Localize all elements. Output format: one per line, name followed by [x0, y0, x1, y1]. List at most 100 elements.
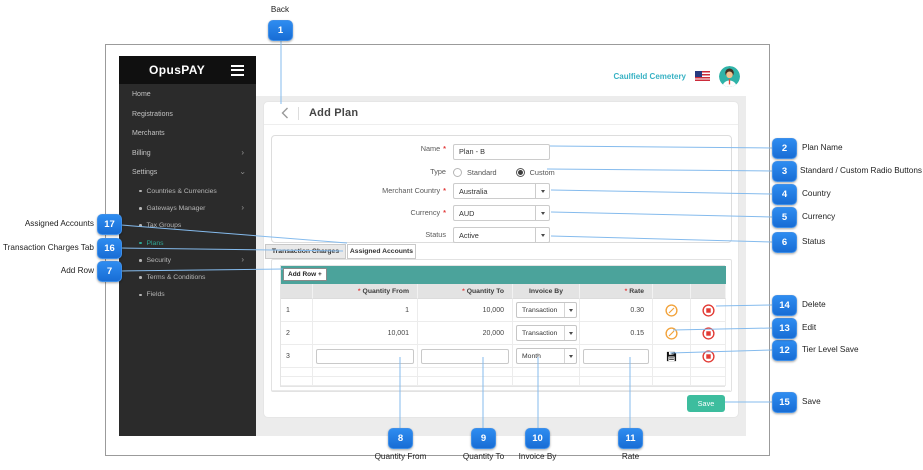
callout-badge-6: 6 [772, 232, 797, 253]
callout-label-radio-buttons: Standard / Custom Radio Buttons [800, 166, 922, 175]
sidebar-item-home[interactable]: Home [119, 85, 256, 105]
callout-label-delete: Delete [802, 300, 826, 309]
dropdown-arrow-icon [564, 349, 576, 363]
page-title: Add Plan [309, 107, 359, 119]
us-flag-icon[interactable] [695, 71, 710, 81]
chevron-right-icon: › [241, 255, 244, 265]
callout-label-back: Back [270, 5, 290, 14]
app-logo: OpusPAY [149, 63, 206, 77]
currency-select[interactable]: AUD [453, 205, 550, 221]
sidebar: OpusPAY Home Registrations Merchants Bil… [119, 56, 256, 436]
save-button[interactable]: Save [687, 395, 725, 412]
merchant-name-link[interactable]: Caulfield Cemetery [614, 72, 686, 81]
add-row-button[interactable]: Add Row + [283, 268, 327, 281]
callout-badge-2: 2 [772, 138, 797, 159]
row3-delete-icon[interactable] [701, 349, 715, 363]
callout-label-edit: Edit [802, 323, 817, 332]
callout-label-tier-level-save: Tier Level Save [802, 345, 859, 354]
row1-invoice-by-select[interactable]: Transaction [516, 302, 577, 318]
row2-qty-from: 10,001 [313, 322, 418, 345]
radio-custom[interactable] [515, 167, 525, 177]
sidebar-item-billing[interactable]: Billing › [119, 144, 256, 164]
hamburger-menu-icon[interactable] [231, 64, 244, 76]
callout-badge-11: 11 [618, 428, 643, 449]
sidebar-subitem-terms-conditions[interactable]: Terms & Conditions [119, 269, 256, 286]
bullet-icon [139, 241, 142, 245]
back-button[interactable] [281, 107, 289, 119]
bullet-icon [139, 189, 142, 193]
sidebar-subitem-countries-currencies[interactable]: Countries & Currencies [119, 183, 256, 200]
row3-qty-to-input[interactable] [421, 348, 509, 364]
row3-invoice-by-cell: Month [513, 345, 580, 368]
screenshot-frame: OpusPAY Home Registrations Merchants Bil… [105, 44, 770, 456]
sidebar-item-registrations[interactable]: Registrations [119, 105, 256, 125]
col-header-qty-from: * Quantity From [313, 284, 418, 299]
type-label: Type [430, 167, 446, 176]
callout-badge-16: 16 [97, 238, 122, 259]
sidebar-subitem-plans[interactable]: Plans [119, 234, 256, 251]
footer-divider [272, 390, 730, 391]
row1-edit-icon[interactable] [665, 303, 678, 317]
sidebar-item-settings[interactable]: Settings › [119, 163, 256, 183]
plan-name-input[interactable] [453, 143, 550, 160]
callout-badge-13: 13 [772, 318, 797, 339]
row1-index: 1 [281, 299, 313, 322]
callout-badge-5: 5 [772, 207, 797, 228]
card-header: Add Plan [264, 102, 738, 125]
callout-badge-17: 17 [97, 214, 122, 235]
row2-qty-to: 20,000 [418, 322, 513, 345]
sidebar-subitem-gateways-manager[interactable]: Gateways Manager › [119, 200, 256, 217]
row2-edit-icon[interactable] [665, 326, 678, 340]
merchant-country-select[interactable]: Australia [453, 183, 550, 199]
radio-custom-label[interactable]: Custom [530, 168, 555, 177]
radio-standard[interactable] [453, 167, 462, 177]
row2-delete-icon[interactable] [701, 326, 715, 340]
callout-label-save: Save [802, 397, 821, 406]
callout-badge-15: 15 [772, 392, 797, 413]
dropdown-arrow-icon [564, 303, 576, 317]
status-label: Status [425, 230, 446, 239]
row2-invoice-by-select[interactable]: Transaction [516, 325, 577, 341]
row2-rate: 0.15 [580, 322, 653, 345]
tab-assigned-accounts[interactable]: Assigned Accounts [347, 244, 416, 259]
page-background: Add Plan Name* Type Standa [256, 96, 746, 436]
row3-invoice-by-select[interactable]: Month [516, 348, 577, 364]
sidebar-logo-strip: OpusPAY [119, 56, 256, 84]
divider [298, 106, 299, 120]
callout-badge-10: 10 [525, 428, 550, 449]
callout-label-transaction-charges-tab: Transaction Charges Tab [2, 243, 94, 252]
sidebar-subitem-tax-groups[interactable]: Tax Groups [119, 217, 256, 234]
row3-rate-input[interactable] [583, 348, 649, 364]
sidebar-item-merchants[interactable]: Merchants [119, 124, 256, 144]
col-header-invoice-by: Invoice By [513, 284, 580, 299]
row3-qty-from-input[interactable] [316, 348, 414, 364]
callout-badge-12: 12 [772, 340, 797, 361]
callout-label-country: Country [802, 189, 831, 198]
tier-table-section: Add Row + * Quantity From * Quantity To In… [271, 259, 732, 392]
chevron-down-icon: › [238, 171, 248, 175]
sidebar-subitem-security[interactable]: Security › [119, 252, 256, 269]
col-header-rate: * Rate [580, 284, 653, 299]
row2-index: 2 [281, 322, 313, 345]
currency-label: Currency * [410, 208, 446, 217]
row1-invoice-by-cell: Transaction [513, 299, 580, 322]
col-header-delete [691, 284, 726, 299]
row1-delete-icon[interactable] [701, 303, 715, 317]
table-toolbar: Add Row + [281, 266, 726, 284]
callout-badge-8: 8 [388, 428, 413, 449]
user-avatar[interactable] [719, 65, 740, 87]
bullet-icon [139, 259, 142, 262]
row1-qty-to: 10,000 [418, 299, 513, 322]
row3-index: 3 [281, 345, 313, 368]
tab-transaction-charges[interactable]: Transaction Charges [265, 244, 346, 259]
row3-save-icon[interactable] [666, 351, 677, 362]
sidebar-subitem-fields[interactable]: Fields [119, 286, 256, 303]
bullet-icon [139, 207, 142, 210]
col-header-edit [653, 284, 691, 299]
radio-standard-label[interactable]: Standard [467, 168, 497, 177]
row1-qty-from: 1 [313, 299, 418, 322]
status-select[interactable]: Active [453, 227, 550, 243]
callout-label-rate: Rate [621, 452, 640, 461]
callout-label-status: Status [802, 237, 826, 246]
callout-badge-3: 3 [772, 161, 797, 182]
